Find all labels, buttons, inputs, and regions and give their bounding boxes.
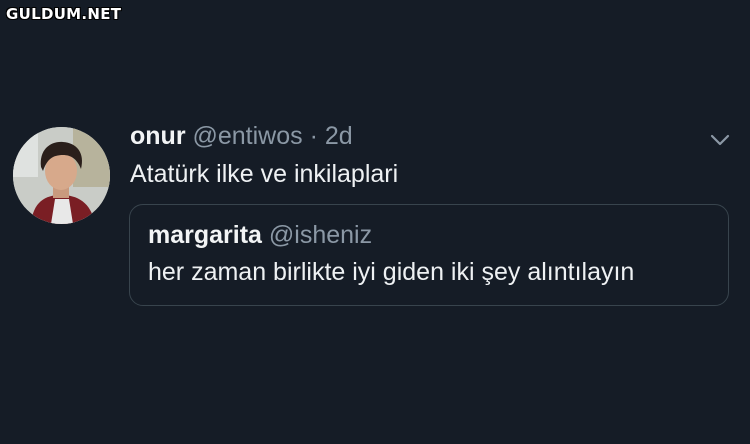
quoted-user-handle: @isheniz — [268, 221, 373, 249]
chevron-down-icon[interactable] — [708, 128, 732, 152]
quoted-tweet-text: her zaman birlikte iyi giden iki şey alı… — [148, 258, 635, 286]
header-separator: · — [309, 122, 318, 150]
tweet-text: Atatürk ilke ve inkilaplari — [130, 160, 399, 188]
quoted-display-name: margarita — [148, 221, 262, 249]
avatar[interactable] — [13, 127, 110, 224]
user-handle[interactable]: @entiwos — [193, 122, 303, 150]
display-name[interactable]: onur — [130, 122, 186, 150]
tweet-timestamp[interactable]: 2d — [325, 122, 353, 150]
quoted-tweet-header: margarita @isheniz — [148, 221, 372, 250]
tweet-header: onur @entiwos · 2d — [130, 122, 353, 151]
quoted-tweet-card[interactable]: margarita @isheniz her zaman birlikte iy… — [129, 204, 729, 306]
avatar-photo — [13, 127, 110, 224]
watermark-logo: GULDUM.NET — [6, 5, 122, 23]
